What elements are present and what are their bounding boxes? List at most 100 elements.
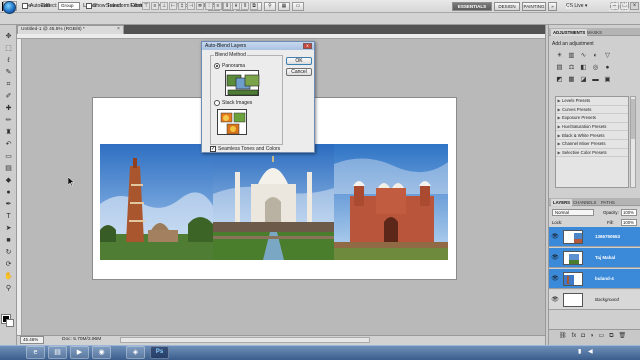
eye-icon[interactable]: 👁 [551,275,559,283]
align-right-icon[interactable]: ⊣ [187,2,195,10]
tab-paths[interactable]: PATHS [599,199,617,206]
clone-stamp-icon[interactable]: ♜ [3,127,14,138]
distribute-bottom-icon[interactable]: ≡ [214,2,222,10]
color-balance-icon[interactable]: ⚖ [567,63,576,72]
preset-exposure[interactable]: ▶ Exposure Presets [556,114,628,123]
camtasia-icon[interactable]: ◈ [126,346,145,359]
workspace-painting-button[interactable]: PAINTING [522,2,546,11]
arrange-docs-icon[interactable]: ▦ [278,2,290,11]
selective-color-icon[interactable]: ▣ [603,75,612,84]
shape-icon[interactable]: ■ [3,235,14,246]
brush-icon[interactable]: ✏ [3,115,14,126]
align-top-icon[interactable]: ⊤ [142,2,150,10]
layer-row[interactable]: 👁 1366750653 [549,227,640,247]
eye-icon[interactable]: 👁 [551,296,559,304]
align-bottom-icon[interactable]: ⊥ [160,2,168,10]
move-icon[interactable]: ✥ [3,31,14,42]
opacity-field[interactable]: 100% [621,209,637,216]
close-tab-icon[interactable]: × [117,26,120,33]
path-select-icon[interactable]: ➤ [3,223,14,234]
qutub-minar-photo[interactable] [100,144,213,260]
start-button-icon[interactable] [3,1,16,14]
chrome-icon[interactable]: ◉ [92,346,111,359]
tab-layers[interactable]: LAYERS [551,199,573,206]
distribute-left-icon[interactable]: ⫴ [223,2,231,10]
screen-mode-icon[interactable]: ▭ [292,2,304,11]
type-icon[interactable]: T [3,211,14,222]
blend-mode-dropdown[interactable]: Normal [552,209,594,216]
eye-icon[interactable]: 👁 [551,233,559,241]
language-indicator[interactable]: EN [566,4,572,11]
stack-images-radio[interactable] [214,100,220,106]
preset-curves[interactable]: ▶ Curves Presets [556,106,628,115]
healing-brush-icon[interactable]: ✚ [3,103,14,114]
distribute-top-icon[interactable]: ≣ [196,2,204,10]
adjustment-layer-icon[interactable]: ◑ [590,333,594,340]
delete-layer-icon[interactable]: 🗑 [619,333,627,340]
posterize-icon[interactable]: ▦ [567,75,576,84]
fill-field[interactable]: 100% [621,219,637,226]
dialog-close-icon[interactable]: x [303,43,312,49]
auto-select-checkbox[interactable] [22,3,28,9]
network-icon[interactable]: ▮ [578,348,581,355]
document-tab[interactable]: Untitled-1 @ 45.5% (RGB/8) * [17,25,124,34]
taj-mahal-photo[interactable] [213,144,334,260]
vibrance-icon[interactable]: ▽ [603,51,612,60]
layer-row[interactable]: 👁 buland-4 [549,269,640,289]
3d-orbit-icon[interactable]: ⟳ [3,259,14,270]
distribute-center-icon[interactable]: ⫵ [232,2,240,10]
align-middle-icon[interactable]: ≡ [151,2,159,10]
eraser-icon[interactable]: ▭ [3,151,14,162]
panorama-label[interactable]: Panorama [222,62,245,70]
distribute-right-icon[interactable]: ⫴ [241,2,249,10]
file-explorer-icon[interactable]: ▤ [48,346,67,359]
exposure-icon[interactable]: ◐ [591,51,600,60]
preset-levels[interactable]: ▶ Levels Presets [556,97,628,106]
align-left-icon[interactable]: ⊢ [169,2,177,10]
layer-row[interactable]: 👁 Taj Mahal [549,248,640,268]
lasso-icon[interactable]: ℓ [3,55,14,66]
black-white-icon[interactable]: ◧ [579,63,588,72]
preset-selective-color[interactable]: ▶ Selective Color Presets [556,149,628,158]
layer-mask-icon[interactable]: ◘ [581,333,585,340]
workspace-more-button[interactable]: » [548,2,557,11]
tab-adjustments[interactable]: ADJUSTMENTS [551,29,588,36]
channel-mixer-icon[interactable]: ● [603,63,612,72]
seamless-tones-checkbox[interactable]: ✓ [210,146,216,152]
auto-align-icon[interactable]: ⧉ [250,2,258,10]
zoom-field[interactable]: 45.46% [20,336,44,344]
auto-select-dropdown[interactable]: Group [58,2,80,10]
dodge-icon[interactable]: ● [3,187,14,198]
background-color-swatch[interactable] [6,319,14,327]
stack-images-label[interactable]: Stack Images [222,99,252,107]
gradient-icon[interactable]: ▤ [3,163,14,174]
tab-masks[interactable]: MASKS [585,29,604,36]
ok-button[interactable]: OK [286,57,312,65]
presets-scroll-thumb[interactable] [631,99,635,139]
transform-controls-checkbox[interactable] [86,3,92,9]
history-brush-icon[interactable]: ↶ [3,139,14,150]
seamless-tones-label[interactable]: Seamless Tones and Colors [218,145,280,153]
dialog-title[interactable]: Auto-Blend Layers [202,42,314,50]
levels-icon[interactable]: ▥ [567,51,576,60]
layer-row[interactable]: 👁 Background [549,290,640,310]
3d-rotate-icon[interactable]: ↻ [3,247,14,258]
zoom-tool-icon[interactable]: ⚲ [264,2,276,11]
photoshop-taskbar-icon[interactable]: Ps [150,346,169,359]
blur-icon[interactable]: ◆ [3,175,14,186]
zoom-icon[interactable]: ⚲ [3,283,14,294]
tab-channels[interactable]: CHANNELS [571,199,598,206]
marquee-icon[interactable]: ⬚ [3,43,14,54]
preset-black-white[interactable]: ▶ Black & White Presets [556,131,628,140]
volume-icon[interactable]: ◀ [588,348,593,355]
workspace-essentials-button[interactable]: ESSENTIALS [452,2,492,11]
hand-icon[interactable]: ✋ [3,271,14,282]
layer-style-icon[interactable]: fx [572,333,577,340]
distribute-middle-icon[interactable]: ⫶ [205,2,213,10]
horizontal-scrollbar[interactable] [120,337,370,343]
workspace-design-button[interactable]: DESIGN [494,2,520,11]
crop-icon[interactable]: ⌗ [3,79,14,90]
new-layer-icon[interactable]: ⧉ [609,333,613,340]
panorama-radio[interactable] [214,63,220,69]
red-fort-photo[interactable] [334,144,448,260]
